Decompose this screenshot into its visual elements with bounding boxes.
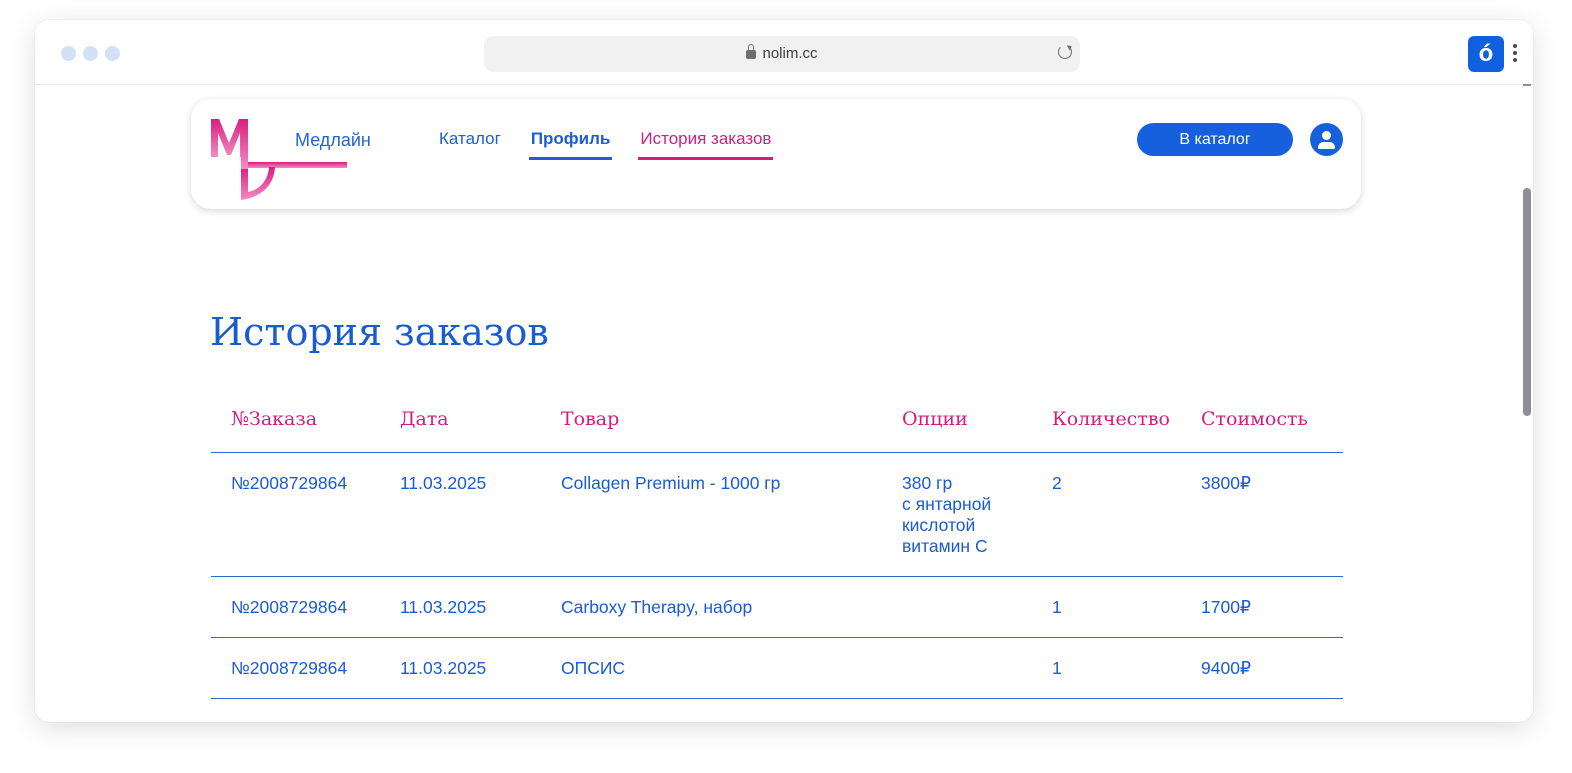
browser-window: nolim.cc ó Медлайн Каталог Профиль Истор… — [35, 20, 1533, 722]
order-number[interactable]: №2008729864 — [211, 452, 380, 577]
page-title: История заказов — [210, 310, 549, 354]
close-window-button[interactable] — [61, 46, 76, 61]
option-line: 380 гр — [902, 473, 953, 493]
nav-order-history[interactable]: История заказов — [638, 129, 774, 160]
table-row: №2008729864 11.03.2025 Collagen Premium … — [211, 452, 1343, 577]
order-date: 11.03.2025 — [380, 452, 541, 577]
order-price: 9400₽ — [1181, 637, 1343, 699]
zoom-window-button[interactable] — [105, 46, 120, 61]
column-header-order-number: №Заказа — [211, 390, 380, 453]
user-account-icon[interactable] — [1310, 123, 1343, 156]
minimize-window-button[interactable] — [83, 46, 98, 61]
order-number[interactable]: №2008729864 — [211, 576, 380, 638]
order-product[interactable]: Carboxy Therapy, набор — [541, 576, 882, 638]
order-date: 11.03.2025 — [380, 576, 541, 638]
table-row: №2008729864 11.03.2025 ОПСИС 1 9400₽ — [211, 637, 1343, 699]
lock-icon — [746, 44, 757, 59]
column-header-product: Товар — [541, 390, 882, 453]
reload-icon[interactable] — [1058, 45, 1072, 59]
order-date: 11.03.2025 — [380, 637, 541, 699]
scrollbar-thumb[interactable] — [1523, 188, 1531, 416]
to-catalog-button[interactable]: В каталог — [1137, 123, 1293, 156]
window-controls — [61, 46, 120, 61]
brand-logo[interactable]: Медлайн — [210, 117, 371, 203]
url-display: nolim.cc — [484, 44, 1080, 62]
column-header-quantity: Количество — [1032, 390, 1181, 453]
table-row: №2008729864 11.03.2025 Carboxy Therapy, … — [211, 576, 1343, 638]
table-header-row: №Заказа Дата Товар Опции Количество Стои… — [211, 390, 1343, 453]
order-product[interactable]: ОПСИС — [541, 637, 882, 699]
url-text: nolim.cc — [762, 45, 818, 62]
order-options — [882, 576, 1032, 638]
column-header-options: Опции — [882, 390, 1032, 453]
orders-table: №Заказа Дата Товар Опции Количество Стои… — [211, 390, 1343, 699]
main-nav: Каталог Профиль История заказов — [437, 129, 799, 160]
scroll-up-arrow[interactable] — [1523, 84, 1531, 86]
option-line: витамин С — [902, 536, 988, 556]
site-header: Медлайн Каталог Профиль История заказов … — [191, 99, 1361, 209]
order-quantity: 1 — [1032, 576, 1181, 638]
order-product[interactable]: Collagen Premium - 1000 гр — [541, 452, 882, 577]
browser-toolbar: nolim.cc ó — [35, 20, 1533, 85]
option-line: кислотой — [902, 515, 976, 535]
address-bar[interactable]: nolim.cc — [484, 36, 1080, 72]
order-price: 3800₽ — [1181, 452, 1343, 577]
column-header-date: Дата — [380, 390, 541, 453]
column-header-price: Стоимость — [1181, 390, 1343, 453]
nav-catalog[interactable]: Каталог — [437, 129, 503, 160]
order-options: 380 гр с янтарной кислотой витамин С — [882, 452, 1032, 577]
order-quantity: 2 — [1032, 452, 1181, 577]
page-scrollbar[interactable] — [1522, 84, 1533, 722]
nav-profile[interactable]: Профиль — [528, 129, 613, 160]
order-options — [882, 637, 1032, 699]
order-quantity: 1 — [1032, 637, 1181, 699]
order-number[interactable]: №2008729864 — [211, 637, 380, 699]
browser-menu-icon[interactable] — [1510, 44, 1520, 64]
order-price: 1700₽ — [1181, 576, 1343, 638]
brand-name: Медлайн — [295, 130, 371, 150]
extension-icon[interactable]: ó — [1468, 36, 1504, 72]
option-line: с янтарной — [902, 494, 992, 514]
